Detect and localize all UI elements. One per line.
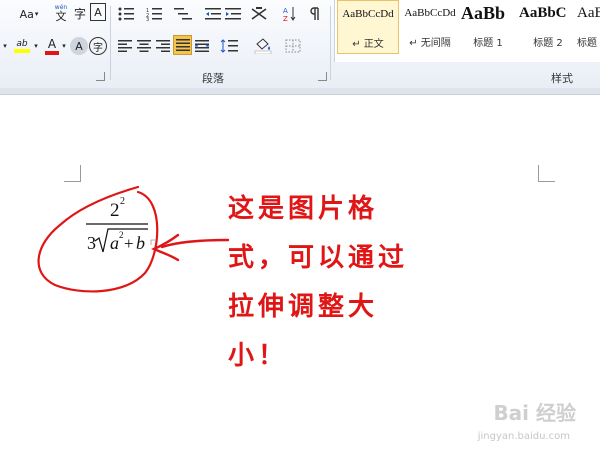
style-no-spacing[interactable]: AaBbCcDd ↵ 无间隔 <box>399 0 461 54</box>
change-case-button[interactable]: Aa ▾ <box>18 4 40 24</box>
enclosed-char-button[interactable]: 字 <box>89 37 107 55</box>
distribute-icon <box>195 40 209 52</box>
distribute-button[interactable] <box>193 37 211 55</box>
decrease-indent-button[interactable] <box>204 4 222 24</box>
paragraph-mark-icon <box>150 239 155 245</box>
paragraph-dialog-launcher[interactable] <box>318 72 327 81</box>
align-right-icon <box>156 40 170 52</box>
bullet-list-icon <box>118 7 134 21</box>
shading-label: A <box>75 39 83 53</box>
line-spacing-icon <box>220 39 238 53</box>
ribbon: Aa ▾ wén 文 字 A ▾ ab ▾ A ▾ A 字 123 A Z 段落… <box>0 0 600 89</box>
phonetic-guide-button[interactable]: wén 文 <box>52 2 70 24</box>
chevron-down-icon[interactable]: ▾ <box>0 38 10 54</box>
ribbon-bottom-strip <box>0 88 600 95</box>
annotation-line: 拉伸调整大 <box>228 292 379 322</box>
enclosed-char-label: 字 <box>93 42 103 54</box>
numerator-exponent: 2 <box>120 196 125 207</box>
enclose-label: 字 <box>73 6 86 21</box>
group-separator <box>330 6 331 80</box>
highlight-label: ab <box>16 39 28 49</box>
denominator-coefficient: 3 <box>87 233 96 253</box>
document-page[interactable]: 2 2 3 a 2 + b 这是图片格 式，可以通过 拉伸调整大 小！ Bai … <box>0 95 600 450</box>
style-name: 标题 1 <box>473 38 503 49</box>
sort-button[interactable]: AZ <box>282 4 298 24</box>
style-normal[interactable]: AaBbCcDd ↵ 正文 <box>337 0 399 54</box>
chevron-down-icon[interactable]: ▾ <box>32 38 40 54</box>
paint-bucket-icon <box>254 38 272 54</box>
chevron-down-icon: ▾ <box>34 10 39 18</box>
bullets-button[interactable] <box>116 4 138 24</box>
style-sample: AaB <box>577 5 600 21</box>
highlight-color-button[interactable]: ab <box>12 36 32 56</box>
font-dialog-launcher[interactable] <box>96 72 105 81</box>
borders-icon <box>285 39 301 53</box>
char-border-button[interactable]: A <box>90 3 106 21</box>
align-center-icon <box>137 40 151 52</box>
watermark-url: jingyan.baidu.com <box>477 431 570 442</box>
svg-text:Z: Z <box>283 15 288 22</box>
annotation-line: 小！ <box>228 341 289 371</box>
line-spacing-button[interactable] <box>218 37 242 55</box>
style-sample: AaBbCcDd <box>404 7 456 19</box>
increase-indent-icon <box>225 8 241 20</box>
radicand-a-exponent: 2 <box>119 230 124 240</box>
annotation-line: 这是图片格 <box>228 194 379 224</box>
chevron-down-icon[interactable]: ▾ <box>60 38 68 54</box>
chinese-layout-button[interactable] <box>248 4 270 24</box>
paragraph-mark-icon <box>310 7 319 20</box>
styles-gallery: AaBbCcDd ↵ 正文 AaBbCcDd ↵ 无间隔 AaBb 标题 1 A… <box>334 0 600 62</box>
shading-button[interactable] <box>252 36 276 56</box>
equation-image[interactable]: 2 2 3 a 2 + b <box>86 196 155 253</box>
decrease-indent-icon <box>205 8 221 20</box>
watermark-logo: Bai 经验 <box>493 401 576 425</box>
radicand-b: b <box>136 233 145 253</box>
align-center-button[interactable] <box>135 37 153 55</box>
numbering-button[interactable]: 123 <box>144 4 166 24</box>
group-separator <box>110 6 111 80</box>
font-color-swatch <box>45 50 59 55</box>
paragraph-group-label: 段落 <box>202 72 224 85</box>
style-sample: AaBbC <box>519 5 567 21</box>
numerator-base: 2 <box>110 200 120 221</box>
change-case-label: Aa <box>19 7 34 21</box>
char-shading-button[interactable]: A <box>70 37 88 55</box>
sort-icon: AZ <box>283 7 296 22</box>
style-name: ↵ 正文 <box>352 39 384 50</box>
style-sample: AaBbCcDd <box>342 8 394 20</box>
red-arrow-shaft <box>160 238 230 249</box>
annotation-line: 式，可以通过 <box>228 243 409 273</box>
style-name: ↵ 无间隔 <box>409 38 451 49</box>
style-heading-1[interactable]: AaBb 标题 1 <box>457 0 519 54</box>
font-color-button[interactable]: A <box>44 36 60 56</box>
align-left-icon <box>118 40 132 52</box>
plus-sign: + <box>124 234 134 253</box>
annotation-text: 这是图片格 式，可以通过 拉伸调整大 小！ <box>228 185 488 381</box>
styles-group-label: 样式 <box>551 72 573 85</box>
style-name: 标题 2 <box>533 38 563 49</box>
svg-text:A: A <box>283 7 288 15</box>
style-heading-2[interactable]: AaBbC 标题 2 <box>517 0 579 54</box>
enclose-char-button[interactable]: 字 <box>71 3 89 23</box>
numbered-list-icon: 123 <box>146 8 162 21</box>
style-sample: AaBb <box>461 3 506 23</box>
show-marks-button[interactable] <box>306 4 324 24</box>
align-right-button[interactable] <box>154 37 172 55</box>
justify-icon <box>175 39 190 51</box>
multilevel-list-icon <box>174 8 192 20</box>
chinese-layout-icon <box>251 7 267 20</box>
font-color-label: A <box>47 36 57 51</box>
svg-text:3: 3 <box>146 17 149 21</box>
multilevel-list-button[interactable] <box>172 4 196 24</box>
radicand-a: a <box>110 233 119 253</box>
borders-button[interactable] <box>282 37 306 55</box>
justify-button[interactable] <box>173 35 192 55</box>
align-left-button[interactable] <box>116 37 134 55</box>
increase-indent-button[interactable] <box>224 4 242 24</box>
char-border-label: A <box>94 5 102 19</box>
highlight-swatch <box>14 49 30 53</box>
style-name: 标题 <box>577 38 597 49</box>
phonetic-label: 文 <box>55 9 67 23</box>
style-title[interactable]: AaB 标题 <box>575 0 600 54</box>
